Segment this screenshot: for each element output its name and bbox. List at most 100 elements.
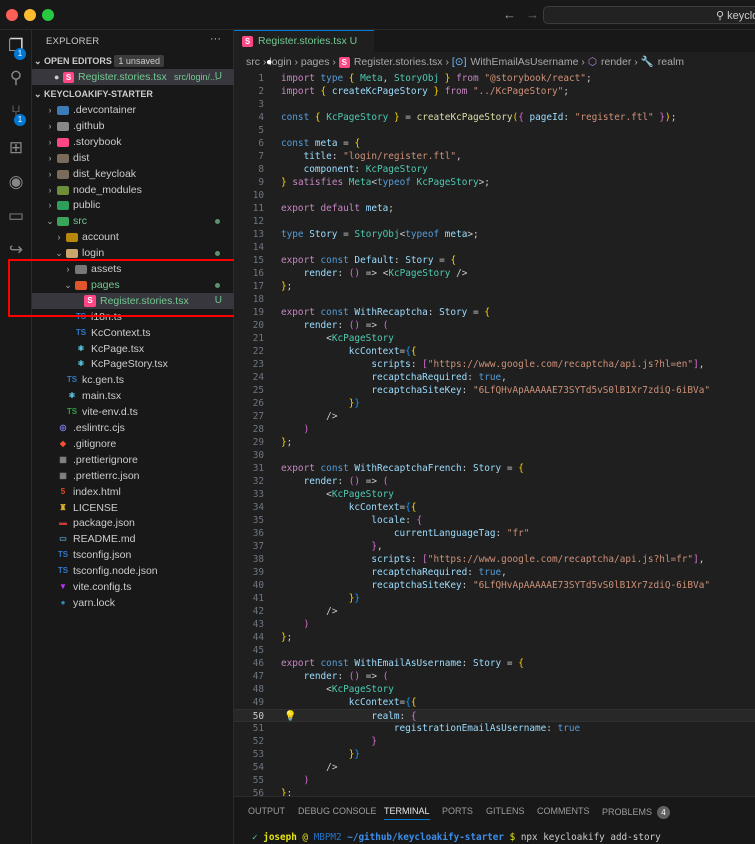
forward-button[interactable]: → <box>526 7 539 22</box>
tree-item[interactable]: ⚛ main.tsx <box>32 388 234 404</box>
code-line[interactable]: 9} satisfies Meta<typeof KcPageStory>; <box>234 176 755 189</box>
code-line[interactable]: 39 recaptchaRequired: true, <box>234 566 755 579</box>
code-line[interactable]: 17}; <box>234 280 755 293</box>
tree-item[interactable]: ⚛ KcPage.tsx <box>32 341 234 357</box>
tree-item[interactable]: › dist <box>32 150 234 166</box>
tree-item[interactable]: 5 index.html <box>32 484 234 500</box>
code-line[interactable]: 15 export const Default: Story = { <box>234 254 755 267</box>
panel-tab-gitlens[interactable]: GITLENS <box>486 806 525 816</box>
panel-tab-ports[interactable]: PORTS <box>442 806 473 816</box>
code-line[interactable]: 27 /> <box>234 410 755 423</box>
code-line[interactable]: 22 kcContext={{ <box>234 345 755 358</box>
unsaved-dot-icon[interactable]: ● <box>266 56 272 68</box>
code-line[interactable]: 54 /> <box>234 761 755 774</box>
search-icon[interactable]: ⚲ <box>6 68 26 88</box>
breadcrumb-item[interactable]: login <box>269 56 291 68</box>
extensions-icon[interactable]: ⊞ <box>6 138 26 158</box>
tree-item[interactable]: ▦ .prettierrc.json <box>32 468 234 484</box>
tree-item[interactable]: ▼ vite.config.ts <box>32 579 234 595</box>
code-line[interactable]: 44}; <box>234 631 755 644</box>
code-line[interactable]: 50 realm: {💡 <box>234 709 755 722</box>
panel-tab-debug-console[interactable]: DEBUG CONSOLE <box>298 806 377 816</box>
command-center-search[interactable]: ⚲ keyclo <box>543 6 755 24</box>
code-line[interactable]: 28 ) <box>234 423 755 436</box>
tree-item[interactable]: TS kc.gen.ts <box>32 372 234 388</box>
code-line[interactable]: 20 render: () => ( <box>234 319 755 332</box>
code-line[interactable]: 5 <box>234 124 755 137</box>
panel-tab-comments[interactable]: COMMENTS <box>537 806 590 816</box>
code-line[interactable]: 33 <KcPageStory <box>234 488 755 501</box>
code-line[interactable]: 3 <box>234 98 755 111</box>
panel-tab-terminal[interactable]: TERMINAL <box>384 806 430 820</box>
code-line[interactable]: 4 const { KcPageStory } = createKcPageSto… <box>234 111 755 124</box>
code-line[interactable]: 32 render: () => ( <box>234 475 755 488</box>
code-line[interactable]: 41 }} <box>234 592 755 605</box>
comments-icon[interactable]: ▭ <box>6 206 26 226</box>
code-line[interactable]: 25 recaptchaSiteKey: "6LfQHvApAAAAAE73SY… <box>234 384 755 397</box>
code-line[interactable]: 2 import { createKcPageStory } from "../K… <box>234 85 755 98</box>
code-line[interactable]: 14 <box>234 241 755 254</box>
code-line[interactable]: 1 import type { Meta, StoryObj } from "@s… <box>234 72 755 85</box>
back-button[interactable]: ← <box>503 7 516 22</box>
tree-item[interactable]: ● yarn.lock <box>32 595 234 611</box>
code-line[interactable]: 49 kcContext={{ <box>234 696 755 709</box>
code-line[interactable]: 52 } <box>234 735 755 748</box>
code-line[interactable]: 37 }, <box>234 540 755 553</box>
tree-item[interactable]: › .github <box>32 118 234 134</box>
code-line[interactable]: 46 export const WithEmailAsUsername: Stor… <box>234 657 755 670</box>
maximize-window-button[interactable] <box>42 9 54 21</box>
code-line[interactable]: 10 <box>234 189 755 202</box>
code-line[interactable]: 24 recaptchaRequired: true, <box>234 371 755 384</box>
tree-item[interactable]: ▬ package.json <box>32 515 234 531</box>
code-line[interactable]: 42 /> <box>234 605 755 618</box>
code-line[interactable]: 34 kcContext={{ <box>234 501 755 514</box>
breadcrumb-item[interactable]: WithEmailAsUsername <box>471 56 579 68</box>
code-line[interactable]: 13 type Story = StoryObj<typeof meta>; <box>234 228 755 241</box>
code-line[interactable]: 8 component: KcPageStory <box>234 163 755 176</box>
code-line[interactable]: 51 registrationEmailAsUsername: true <box>234 722 755 735</box>
code-editor[interactable]: 1 import type { Meta, StoryObj } from "@s… <box>234 72 755 800</box>
code-line[interactable]: 26 }} <box>234 397 755 410</box>
code-line[interactable]: 11 export default meta; <box>234 202 755 215</box>
breadcrumb-item[interactable]: render <box>601 56 631 68</box>
remote-icon[interactable]: ↪ <box>6 240 26 260</box>
close-window-button[interactable] <box>6 9 18 21</box>
open-editors-header[interactable]: ⌄ OPEN EDITORS 1 unsaved <box>32 53 234 69</box>
code-line[interactable]: 47 render: () => ( <box>234 670 755 683</box>
project-header[interactable]: ⌄ KEYCLOAKIFY-STARTER <box>32 86 234 102</box>
code-line[interactable]: 40 recaptchaSiteKey: "6LfQHvApAAAAAE73SY… <box>234 579 755 592</box>
tree-item[interactable]: ▭ README.md <box>32 531 234 547</box>
code-line[interactable]: 21 <KcPageStory <box>234 332 755 345</box>
minimize-window-button[interactable] <box>24 9 36 21</box>
code-line[interactable]: 30 <box>234 449 755 462</box>
tree-item[interactable]: ◆ .gitignore <box>32 436 234 452</box>
tree-item[interactable]: ▦ .prettierignore <box>32 452 234 468</box>
code-line[interactable]: 43 ) <box>234 618 755 631</box>
code-line[interactable]: 7 title: "login/register.ftl", <box>234 150 755 163</box>
open-editor-item[interactable]: ● S Register.stories.tsx src/login/... U <box>32 69 234 85</box>
tree-item[interactable]: › .storybook <box>32 134 234 150</box>
code-line[interactable]: 55 ) <box>234 774 755 787</box>
terminal-line[interactable]: ✓ joseph @ MBPM2 ~/github/keycloakify-st… <box>252 832 661 843</box>
breadcrumb-item[interactable]: pages <box>301 56 330 68</box>
code-line[interactable]: 19 export const WithRecaptcha: Story = { <box>234 306 755 319</box>
code-line[interactable]: 12 <box>234 215 755 228</box>
code-line[interactable]: 31 export const WithRecaptchaFrench: Stor… <box>234 462 755 475</box>
tree-item[interactable]: › public <box>32 197 234 213</box>
code-line[interactable]: 45 <box>234 644 755 657</box>
tree-item[interactable]: › node_modules <box>32 182 234 198</box>
code-line[interactable]: 23 scripts: ["https://www.google.com/rec… <box>234 358 755 371</box>
tree-item[interactable]: ⚛ KcPageStory.tsx <box>32 356 234 372</box>
code-line[interactable]: 53 }} <box>234 748 755 761</box>
tree-item[interactable]: › .devcontainer <box>32 102 234 118</box>
code-line[interactable]: 18 <box>234 293 755 306</box>
tree-item[interactable]: ◎ .eslintrc.cjs <box>32 420 234 436</box>
breadcrumb-item[interactable]: Register.stories.tsx <box>354 56 443 68</box>
github-icon[interactable]: ◉ <box>6 172 26 192</box>
tab-register-stories[interactable]: S Register.stories.tsx U ● <box>234 30 374 68</box>
tree-item[interactable]: TS tsconfig.json <box>32 547 234 563</box>
code-line[interactable]: 38 scripts: ["https://www.google.com/rec… <box>234 553 755 566</box>
code-line[interactable]: 36 currentLanguageTag: "fr" <box>234 527 755 540</box>
tree-item[interactable]: TS tsconfig.node.json <box>32 563 234 579</box>
tree-item[interactable]: TS KcContext.ts <box>32 325 234 341</box>
